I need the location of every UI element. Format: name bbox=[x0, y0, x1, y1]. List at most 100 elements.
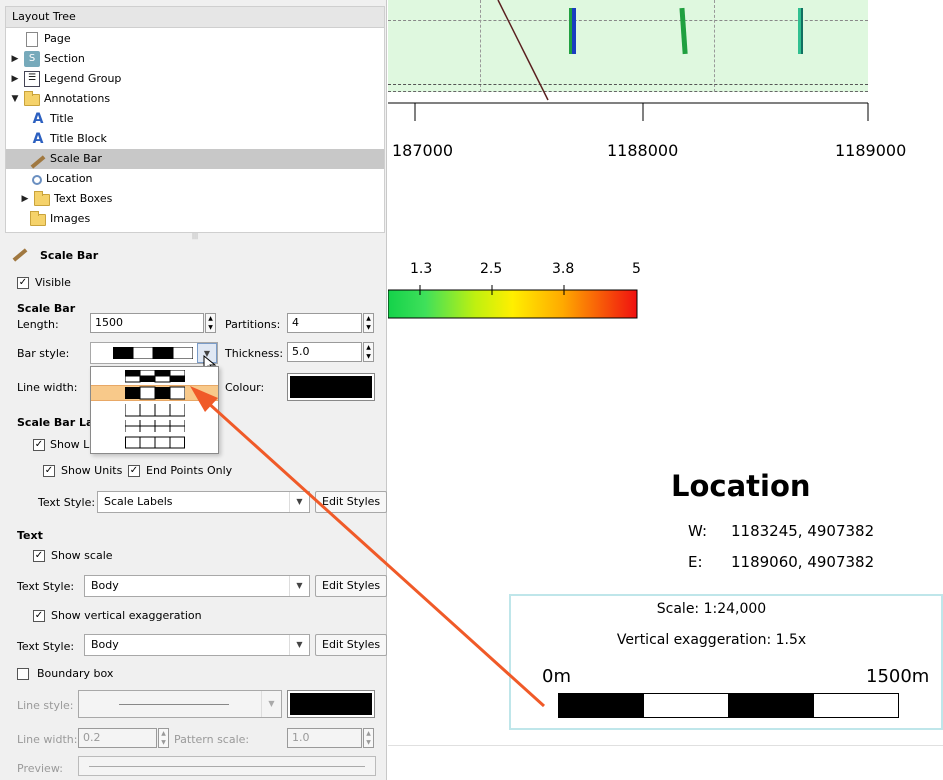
line-width2-spinner[interactable]: ▲ ▼ bbox=[158, 728, 169, 748]
ruler-icon bbox=[12, 247, 28, 263]
legend-icon: ☰ bbox=[24, 71, 40, 87]
partitions-input[interactable]: 4 bbox=[287, 313, 362, 333]
location-e-value: 1189060, 4907382 bbox=[731, 553, 875, 571]
scale-bar-graphic bbox=[558, 693, 899, 718]
tree-item-location[interactable]: Location bbox=[30, 169, 93, 189]
length-label: Length: bbox=[17, 318, 59, 331]
chevron-down-icon: ▼ bbox=[261, 691, 281, 717]
line-style-label: Line style: bbox=[17, 699, 74, 712]
bar-style-dropdown-list bbox=[90, 366, 219, 454]
location-title: Location bbox=[671, 469, 811, 503]
boundary-colour-picker[interactable] bbox=[287, 690, 375, 718]
end-points-only-label: End Points Only bbox=[146, 464, 233, 477]
preview-label: Preview: bbox=[17, 762, 63, 775]
chevron-down-icon: ▼ bbox=[289, 492, 309, 512]
bar-style-option-3[interactable] bbox=[91, 403, 218, 419]
axis-tick: 187000 bbox=[392, 141, 454, 160]
end-points-only-checkbox[interactable]: ✓ bbox=[128, 465, 140, 477]
section-icon: S bbox=[24, 51, 40, 67]
pattern-scale-label: Pattern scale: bbox=[174, 733, 250, 746]
tree-item-legend-group[interactable]: ▶ ☰ Legend Group bbox=[10, 69, 121, 89]
tree-item-images[interactable]: Images bbox=[30, 209, 90, 229]
tree-item-title-block[interactable]: A Title Block bbox=[30, 129, 107, 149]
colorbar-tick: 2.5 bbox=[480, 261, 503, 277]
scale-text-style-select[interactable]: Body ▼ bbox=[84, 575, 310, 597]
length-input[interactable]: 1500 bbox=[90, 313, 204, 333]
edit-styles-button[interactable]: Edit Styles bbox=[315, 575, 388, 597]
colorbar-tick: 5 bbox=[632, 261, 641, 277]
bar-style-option-2[interactable] bbox=[91, 385, 218, 401]
expand-icon[interactable]: ▶ bbox=[20, 189, 30, 209]
chevron-down-icon: ▼ bbox=[289, 576, 309, 596]
tree-item-section[interactable]: ▶ S Section bbox=[10, 49, 85, 69]
props-title: Scale Bar bbox=[40, 249, 99, 262]
pattern-scale-spinner[interactable]: ▲ ▼ bbox=[363, 728, 374, 748]
tree-item-page[interactable]: Page bbox=[10, 29, 71, 49]
show-units-checkbox[interactable]: ✓ bbox=[43, 465, 55, 477]
scale-labels-style-select[interactable]: Scale Labels ▼ bbox=[97, 491, 310, 513]
scale-bar-box[interactable]: Scale: 1:24,000 Vertical exaggeration: 1… bbox=[509, 594, 943, 730]
bar-style-option-4[interactable] bbox=[91, 419, 218, 435]
page-divider bbox=[388, 745, 943, 746]
edit-styles-button[interactable]: Edit Styles bbox=[315, 491, 388, 513]
panel-splitter[interactable]: ||| bbox=[5, 233, 385, 240]
text-section-title: Text bbox=[17, 529, 43, 542]
visible-checkbox[interactable]: ✓ bbox=[17, 277, 29, 289]
exaggeration-text-style-select[interactable]: Body ▼ bbox=[84, 634, 310, 656]
axis-tick: 1188000 bbox=[607, 141, 679, 160]
colorbar-tick: 3.8 bbox=[552, 261, 575, 277]
tree-item-text-boxes[interactable]: ▶ Text Boxes bbox=[20, 189, 112, 209]
bar-style-option-1[interactable] bbox=[91, 369, 218, 385]
line-width2-label: Line width: bbox=[17, 733, 78, 746]
tree-item-scale-bar[interactable]: Scale Bar bbox=[6, 149, 384, 169]
scale-text-style-label: Text Style: bbox=[17, 580, 75, 593]
show-vertical-exaggeration-label: Show vertical exaggeration bbox=[51, 609, 202, 622]
line-style-preview bbox=[119, 704, 229, 705]
tree-item-annotations[interactable]: ▼ Annotations bbox=[10, 89, 110, 109]
colour-picker[interactable] bbox=[287, 373, 375, 401]
bar-style-option-5[interactable] bbox=[91, 435, 218, 451]
show-vertical-exaggeration-checkbox[interactable]: ✓ bbox=[33, 610, 45, 622]
layout-tree: Page ▶ S Section ▶ ☰ Legend Group ▼ Annota… bbox=[5, 28, 385, 233]
chevron-down-icon: ▼ bbox=[289, 635, 309, 655]
folder-icon bbox=[34, 191, 50, 206]
partitions-spinner[interactable]: ▲ ▼ bbox=[363, 313, 374, 333]
show-scale-checkbox[interactable]: ✓ bbox=[33, 550, 45, 562]
scale-text: Scale: 1:24,000 bbox=[656, 601, 767, 617]
location-w-label: W: bbox=[688, 522, 708, 540]
bar-style-select[interactable]: ▼ bbox=[90, 342, 218, 364]
show-scale-label: Show scale bbox=[51, 549, 113, 562]
scale-labels-text-style-label: Text Style: bbox=[38, 496, 96, 509]
collapse-icon[interactable]: ▼ bbox=[10, 89, 20, 109]
exaggeration-text-style-label: Text Style: bbox=[17, 640, 75, 653]
vertical-exaggeration-text: Vertical exaggeration: 1.5x bbox=[616, 632, 807, 648]
edit-styles-button[interactable]: Edit Styles bbox=[315, 634, 388, 656]
magnifier-icon bbox=[32, 174, 42, 185]
plot-overlay bbox=[388, 0, 869, 121]
scale-left-label: 0m bbox=[542, 666, 571, 687]
partitions-label: Partitions: bbox=[225, 318, 281, 331]
length-spinner[interactable]: ▲ ▼ bbox=[205, 313, 216, 333]
pattern-scale-input[interactable]: 1.0 bbox=[287, 728, 362, 748]
bar-style-preview bbox=[113, 347, 193, 359]
text-icon: A bbox=[32, 131, 44, 147]
thickness-spinner[interactable]: ▲ ▼ bbox=[363, 342, 374, 362]
expand-icon[interactable]: ▶ bbox=[10, 49, 20, 69]
thickness-label: Thickness: bbox=[225, 347, 284, 360]
line-width2-input[interactable]: 0.2 bbox=[78, 728, 157, 748]
boundary-box-checkbox[interactable] bbox=[17, 668, 29, 680]
line-width-label: Line width: bbox=[17, 381, 78, 394]
layout-canvas[interactable]: 187000 1188000 1189000 1.3 2.5 3.8 5 Loc… bbox=[388, 0, 943, 780]
expand-icon[interactable]: ▶ bbox=[10, 69, 20, 89]
show-labels-checkbox[interactable]: ✓ bbox=[33, 439, 45, 451]
show-units-label: Show Units bbox=[61, 464, 123, 477]
folder-icon bbox=[24, 91, 40, 106]
line-style-select[interactable]: ▼ bbox=[78, 690, 282, 718]
scale-bar-section-title: Scale Bar bbox=[17, 302, 76, 315]
boundary-box-label: Boundary box bbox=[37, 667, 114, 680]
colour-label: Colour: bbox=[225, 381, 265, 394]
tree-item-title[interactable]: A Title bbox=[30, 109, 74, 129]
location-w-value: 1183245, 4907382 bbox=[731, 522, 875, 540]
thickness-input[interactable]: 5.0 bbox=[287, 342, 362, 362]
location-e-label: E: bbox=[688, 553, 703, 571]
